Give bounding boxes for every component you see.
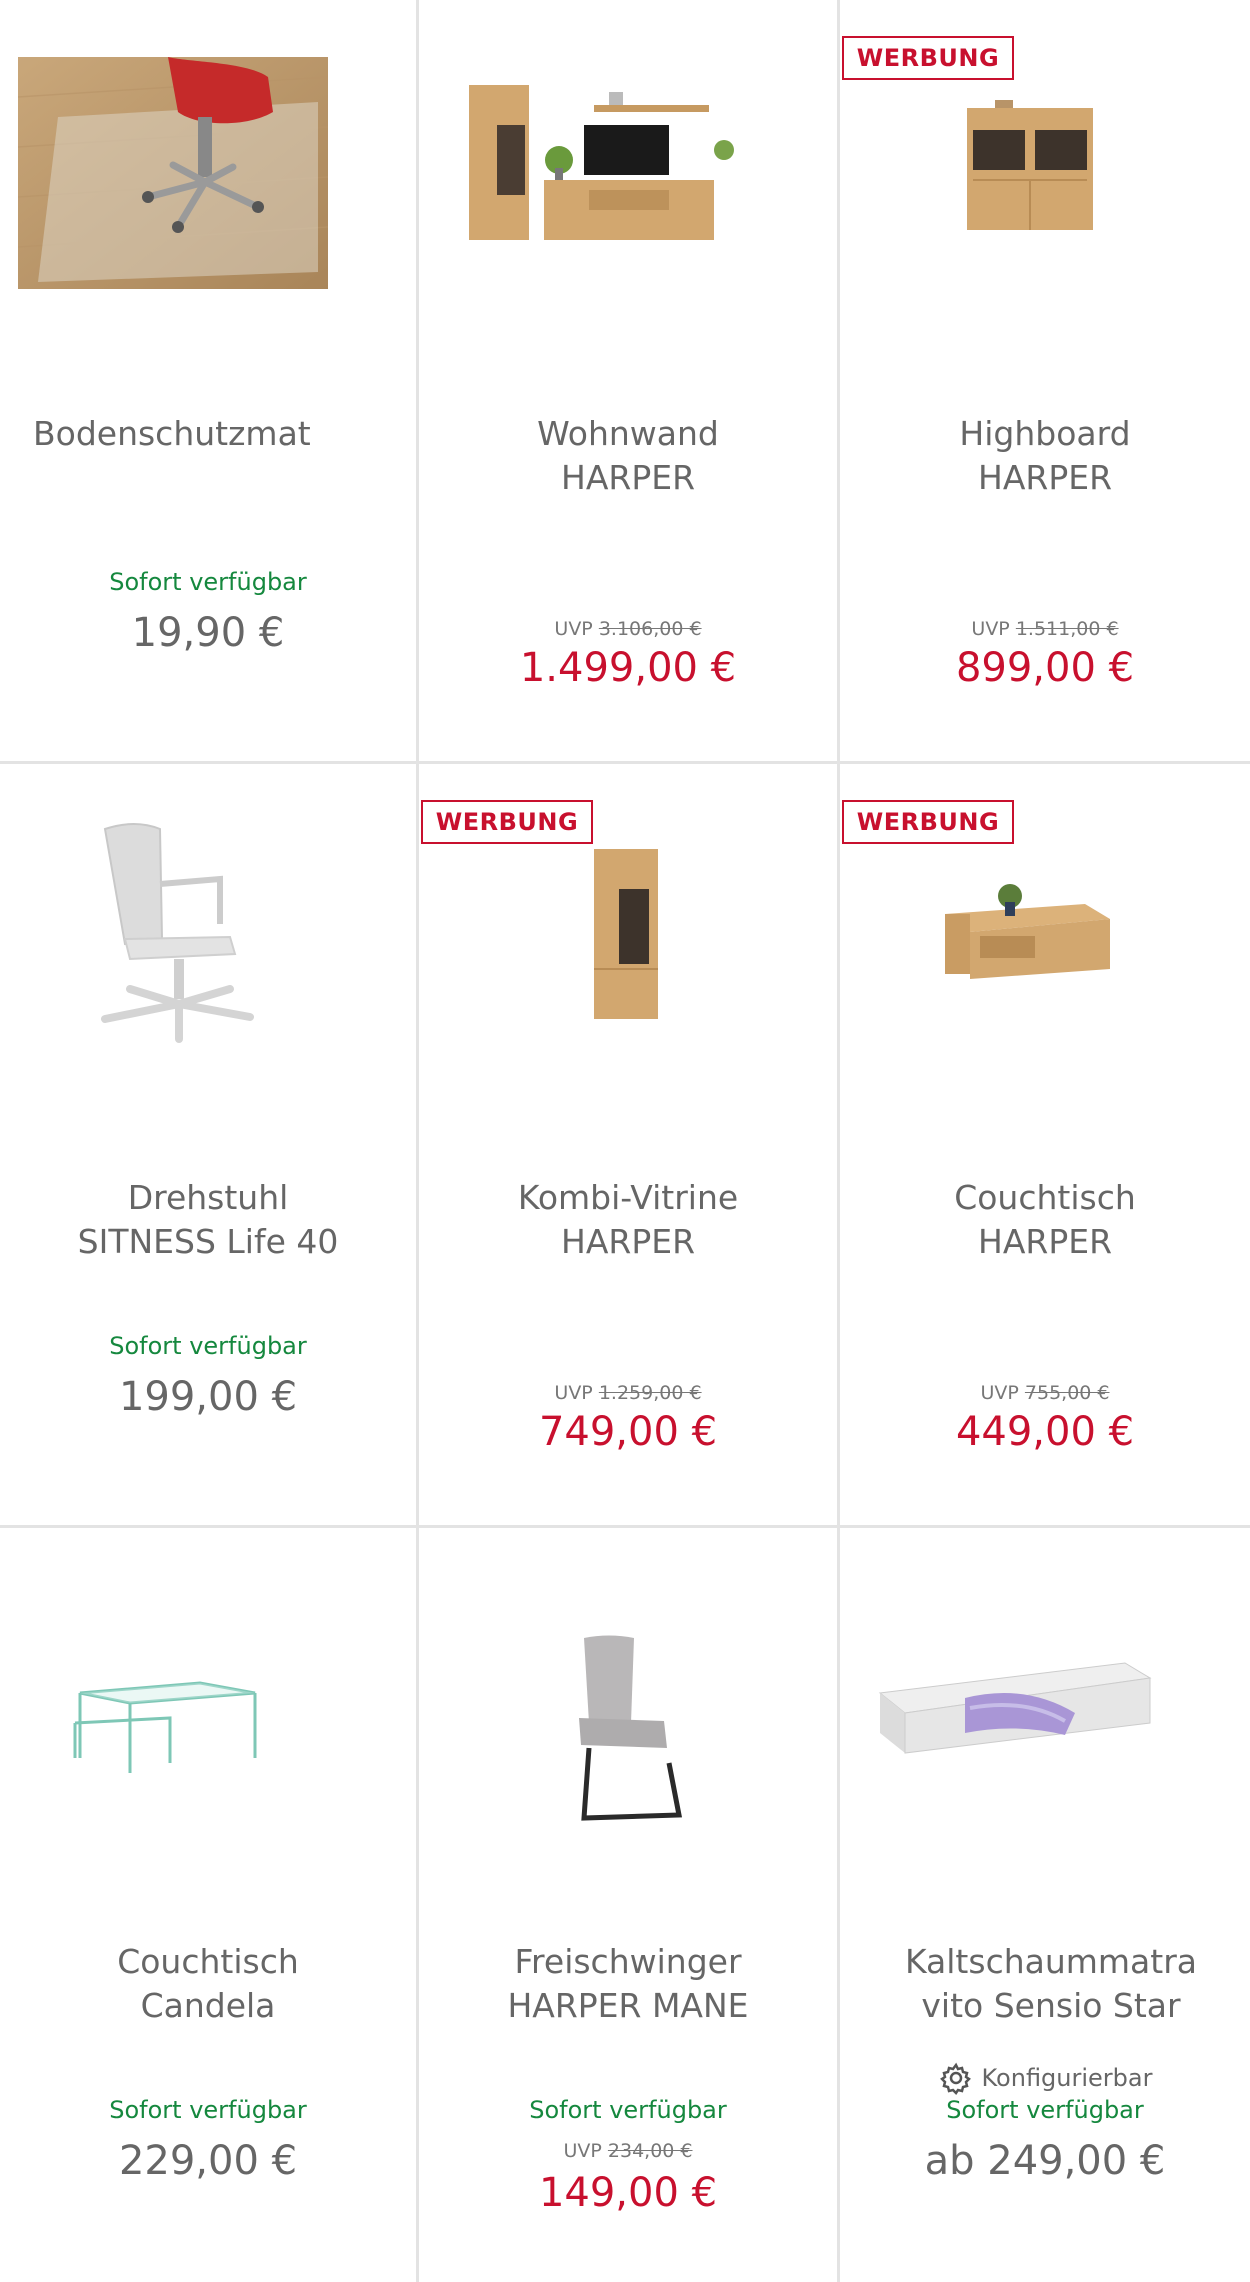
mattress-image[interactable] [840,1558,1250,1888]
product-title[interactable]: Kombi-Vitrine HARPER [439,1176,817,1264]
uvp-price: UVP 1.511,00 € [971,618,1119,640]
product-title[interactable]: Bodenschutzmat [33,412,406,456]
product-title[interactable]: Drehstuhl SITNESS Life 40 [20,1176,396,1264]
uvp-price: UVP 234,00 € [563,2140,693,2162]
sale-price: 749,00 € [538,1409,718,1455]
product-card-freischwinger-harper-mane[interactable]: Freischwinger HARPER MANE Sofort verfügb… [419,1528,840,2282]
availability-label: Sofort verfügbar [109,2096,307,2124]
price: ab 249,00 € [924,2138,1166,2184]
coffee-table-wood-image[interactable] [840,794,1250,1124]
product-card-couchtisch-candela[interactable]: Couchtisch Candela Sofort verfügbar 229,… [0,1528,419,2282]
gear-icon [939,2062,971,2095]
sale-price: 899,00 € [955,645,1135,691]
product-title[interactable]: Couchtisch Candela [20,1940,396,2028]
uvp-price: UVP 3.106,00 € [554,618,702,640]
product-title[interactable]: Wohnwand HARPER [439,412,817,500]
uvp-price: UVP 1.259,00 € [554,1382,702,1404]
product-grid: Bodenschutzmat Sofort verfügbar 19,90 € … [0,0,1250,2282]
product-card-drehstuhl-sitness[interactable]: Drehstuhl SITNESS Life 40 Sofort verfügb… [0,764,419,1528]
sale-price: 449,00 € [955,1409,1135,1455]
product-card-wohnwand-harper[interactable]: Wohnwand HARPER UVP 3.106,00 € 1.499,00 … [419,0,840,764]
product-title[interactable]: Freischwinger HARPER MANE [439,1940,817,2028]
cantilever-chair-image[interactable] [419,1558,837,1888]
price: 229,00 € [118,2138,298,2184]
sale-price: 1.499,00 € [519,645,737,691]
availability-label: Sofort verfügbar [946,2096,1144,2124]
configurable-label: Konfigurierbar [840,2060,1250,2096]
availability-label: Sofort verfügbar [109,1332,307,1360]
uvp-price: UVP 755,00 € [980,1382,1110,1404]
glass-table-image[interactable] [0,1558,416,1888]
availability-label: Sofort verfügbar [109,568,307,596]
product-title[interactable]: Couchtisch HARPER [860,1176,1230,1264]
price: 19,90 € [131,610,285,656]
office-chair-image[interactable] [0,794,416,1124]
product-card-bodenschutzmatte[interactable]: Bodenschutzmat Sofort verfügbar 19,90 € [0,0,419,764]
price: 199,00 € [118,1374,298,1420]
availability-label: Sofort verfügbar [529,2096,727,2124]
product-title[interactable]: Highboard HARPER [860,412,1230,500]
product-card-highboard-harper[interactable]: WERBUNG Highboard HARPER UVP 1.511,00 € … [840,0,1250,764]
floor-mat-image[interactable] [0,30,416,360]
sale-price: 149,00 € [538,2170,718,2216]
wall-unit-image[interactable] [419,30,837,360]
product-card-kombi-vitrine-harper[interactable]: WERBUNG Kombi-Vitrine HARPER UVP 1.259,0… [419,764,840,1528]
product-card-couchtisch-harper[interactable]: WERBUNG Couchtisch HARPER UVP 755,00 € 4… [840,764,1250,1528]
vitrine-image[interactable] [419,794,837,1124]
product-title[interactable]: Kaltschaummatra vito Sensio Star [860,1940,1242,2028]
product-card-kaltschaummatratze[interactable]: Kaltschaummatra vito Sensio Star Konfigu… [840,1528,1250,2282]
highboard-image[interactable] [840,30,1250,360]
